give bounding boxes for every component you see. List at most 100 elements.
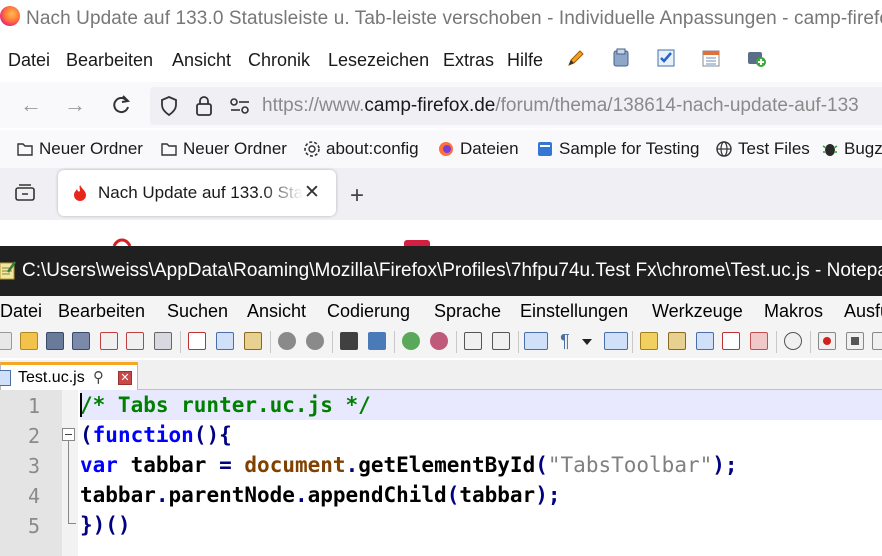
bookmark-label: Bugzilla <box>844 139 882 158</box>
menu-chronik[interactable]: Chronik <box>248 50 310 71</box>
play-macro-icon[interactable] <box>872 332 882 350</box>
zoom-out-icon[interactable] <box>430 332 448 350</box>
toolbar-separator <box>776 331 777 353</box>
menu-lesezeichen[interactable]: Lesezeichen <box>328 50 429 71</box>
bookmark-sample-for-testing[interactable]: Sample for Testing <box>536 138 699 160</box>
back-arrow-icon[interactable]: ← <box>18 92 44 118</box>
udl-icon[interactable] <box>640 332 658 350</box>
menu-extras[interactable]: Extras <box>443 50 494 71</box>
bookmark-bugzilla[interactable]: Bugzilla <box>821 138 882 160</box>
code-token: tabbar <box>80 483 156 507</box>
line-number-gutter: 1 2 3 4 5 <box>0 390 62 556</box>
word-wrap-icon[interactable] <box>524 332 548 350</box>
bookmark-neuer-ordner-2[interactable]: Neuer Ordner <box>160 138 287 160</box>
menu-datei[interactable]: Datei <box>8 50 50 71</box>
npp-menu-ansicht[interactable]: Ansicht <box>247 301 306 322</box>
npp-menu-sprache[interactable]: Sprache <box>434 301 501 322</box>
pin-icon[interactable]: ⚲ <box>93 368 104 386</box>
lock-icon[interactable] <box>194 95 214 117</box>
function-list-icon[interactable] <box>722 332 740 350</box>
npp-menu-makros[interactable]: Makros <box>764 301 823 322</box>
copy-icon[interactable] <box>216 332 234 350</box>
dropdown-arrow-icon[interactable] <box>582 339 592 345</box>
bookmark-neuer-ordner-1[interactable]: Neuer Ordner <box>16 138 143 160</box>
bookmark-dateien[interactable]: Dateien <box>437 138 519 160</box>
code-token: (){ <box>193 423 232 447</box>
find-icon[interactable] <box>340 332 358 350</box>
line-number: 5 <box>27 514 40 538</box>
npp-tab-test-uc-js[interactable]: Test.uc.js ⚲ ✕ <box>0 362 138 390</box>
firefox-logo-icon <box>0 6 20 26</box>
reload-icon[interactable] <box>108 92 134 118</box>
new-tab-icon[interactable]: + <box>350 182 364 210</box>
toolbar-separator <box>332 331 333 353</box>
redo-icon[interactable] <box>306 332 324 350</box>
menu-bearbeiten[interactable]: Bearbeiten <box>66 50 153 71</box>
code-line-5: })() <box>80 510 882 540</box>
close-tab-icon[interactable]: ✕ <box>118 371 132 385</box>
doc-map-icon[interactable] <box>668 332 686 350</box>
fold-toggle-icon[interactable] <box>62 428 75 441</box>
menu-hilfe[interactable]: Hilfe <box>507 50 543 71</box>
npp-menu-bearbeiten[interactable]: Bearbeiten <box>58 301 145 322</box>
undo-icon[interactable] <box>278 332 296 350</box>
url-text[interactable]: https://www.camp-firefox.de/forum/thema/… <box>262 95 859 117</box>
npp-menu-werkzeuge[interactable]: Werkzeuge <box>652 301 743 322</box>
sync-vertical-icon[interactable] <box>464 332 482 350</box>
code-token: })() <box>80 513 131 537</box>
fold-line <box>68 441 69 523</box>
code-keyword: var <box>80 453 118 477</box>
stop-macro-icon[interactable] <box>846 332 864 350</box>
close-file-icon[interactable] <box>100 332 118 350</box>
replace-icon[interactable] <box>368 332 386 350</box>
toolbar-separator <box>270 331 271 353</box>
tab-close-icon[interactable]: ✕ <box>304 181 320 204</box>
toolbar-separator <box>180 331 181 353</box>
npp-menu-codierung[interactable]: Codierung <box>327 301 410 322</box>
script-tool-icon[interactable] <box>610 47 632 69</box>
save-icon[interactable] <box>46 332 64 350</box>
line-number: 2 <box>27 424 40 448</box>
sync-horizontal-icon[interactable] <box>492 332 510 350</box>
pilcrow-icon[interactable]: ¶ <box>556 332 574 350</box>
bookmark-about-config[interactable]: about:config <box>303 138 419 160</box>
globe-icon <box>716 141 732 157</box>
url-path: /forum/thema/138614-nach-update-auf-133 <box>495 95 859 116</box>
code-token: tabbar <box>459 483 536 507</box>
close-all-icon[interactable] <box>126 332 144 350</box>
forward-arrow-icon[interactable]: → <box>62 92 88 118</box>
indent-guide-icon[interactable] <box>604 332 628 350</box>
zoom-in-icon[interactable] <box>402 332 420 350</box>
browser-tab-active[interactable]: Nach Update auf 133.0 Statusleiste u. Ta… <box>58 170 336 216</box>
add-tool-icon[interactable] <box>745 47 767 69</box>
code-token: tabbar <box>117 453 220 477</box>
record-macro-icon[interactable] <box>818 332 836 350</box>
pencil-icon[interactable] <box>565 47 587 69</box>
code-token: . <box>294 483 308 507</box>
toolbar-separator <box>456 331 457 353</box>
permissions-icon[interactable] <box>228 96 252 116</box>
folder-workspace-icon[interactable] <box>750 332 768 350</box>
monitoring-icon[interactable] <box>784 332 802 350</box>
npp-menu-einstellungen[interactable]: Einstellungen <box>520 301 628 322</box>
doc-list-icon[interactable] <box>696 332 714 350</box>
checklist-icon[interactable] <box>655 47 677 69</box>
npp-menu-datei[interactable]: Datei <box>0 301 42 322</box>
menu-ansicht[interactable]: Ansicht <box>172 50 231 71</box>
calendar-icon[interactable] <box>700 47 722 69</box>
shield-icon[interactable] <box>158 95 180 117</box>
tab-group-icon[interactable] <box>14 184 36 202</box>
npp-menu-ausfuehren[interactable]: Ausführen <box>844 301 882 322</box>
cut-icon[interactable] <box>188 332 206 350</box>
open-file-icon[interactable] <box>20 332 38 350</box>
print-icon[interactable] <box>154 332 172 350</box>
save-all-icon[interactable] <box>72 332 90 350</box>
npp-menu-suchen[interactable]: Suchen <box>167 301 228 322</box>
bookmark-test-files[interactable]: Test Files <box>715 138 810 160</box>
paste-icon[interactable] <box>244 332 262 350</box>
firefox-tab-bar: Nach Update auf 133.0 Statusleiste u. Ta… <box>0 168 882 220</box>
new-file-icon[interactable] <box>0 332 12 350</box>
code-token: appendChild <box>307 483 447 507</box>
url-bar[interactable]: https://www.camp-firefox.de/forum/thema/… <box>150 87 882 125</box>
code-editor[interactable]: 1 2 3 4 5 /* Tabs runter.uc.js */ (funct… <box>0 390 882 556</box>
